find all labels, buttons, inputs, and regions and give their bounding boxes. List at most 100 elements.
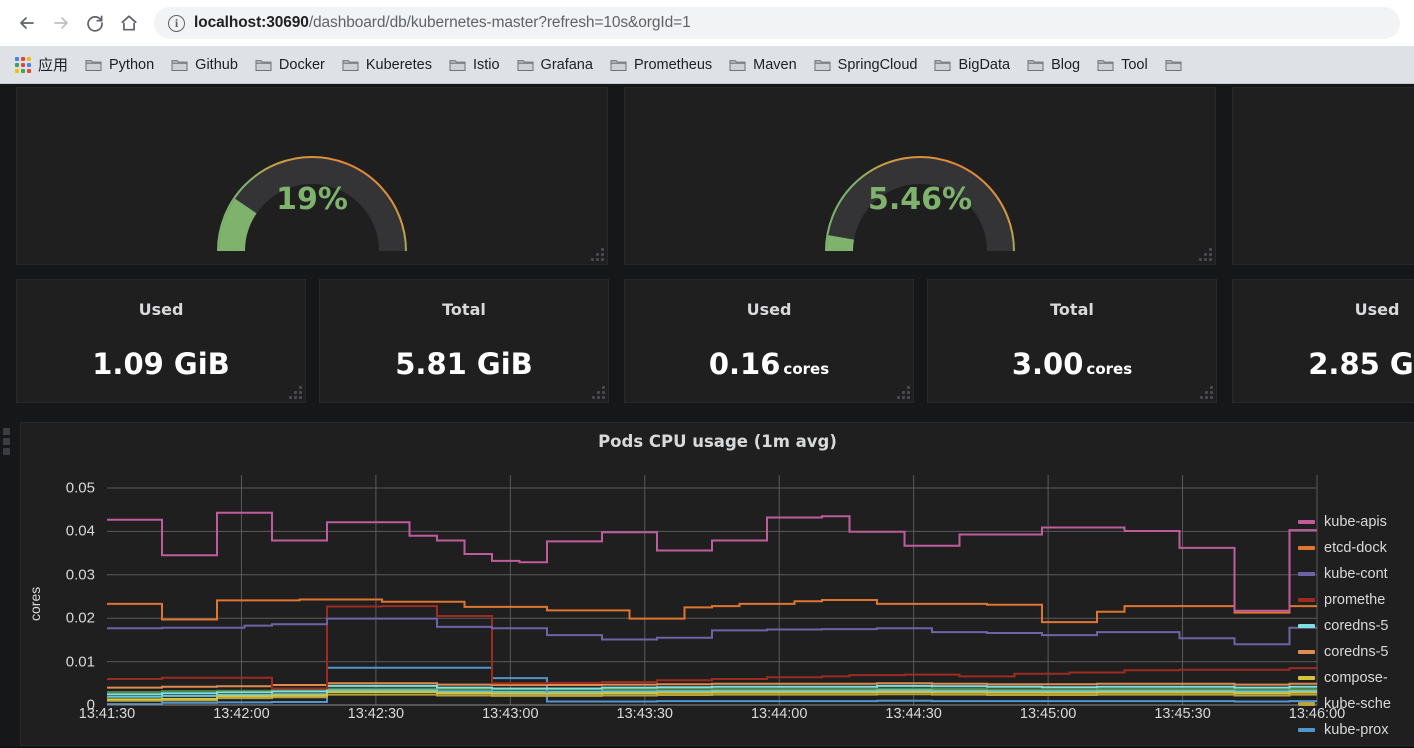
site-info-icon[interactable]: i (168, 14, 185, 32)
x-axis-tick: 13:41:30 (78, 706, 136, 722)
legend-item[interactable]: kube-prox (1298, 717, 1414, 743)
bookmark-label: Python (109, 56, 155, 73)
legend-swatch-icon (1298, 676, 1315, 680)
panel-resize-grip[interactable] (590, 247, 604, 261)
folder-icon (814, 58, 831, 72)
legend-label: kube-cont (1324, 566, 1388, 582)
bookmark-tool[interactable]: Tool (1090, 53, 1155, 77)
panel-resize-grip[interactable] (591, 385, 605, 399)
drag-dot (2, 448, 10, 455)
x-axis-tick: 13:45:30 (1154, 706, 1211, 722)
panel-cpu-total[interactable]: Total 3.00 cores (927, 279, 1217, 403)
stat-number: 0.16 (708, 347, 781, 381)
back-icon[interactable] (10, 6, 44, 40)
panel-filesystem-gauge[interactable] (1232, 87, 1414, 265)
legend-item[interactable]: kube-sche (1298, 691, 1414, 717)
panel-resize-grip[interactable] (1199, 385, 1213, 399)
bookmark-label: BigData (958, 56, 1011, 73)
legend-label: kube-sche (1324, 696, 1391, 712)
bookmark-label: Docker (278, 56, 325, 73)
plot-area (107, 475, 1318, 706)
bookmark-label: Maven (753, 56, 797, 73)
stat-title: Total (1050, 300, 1094, 319)
bookmark-maven[interactable]: Maven (722, 53, 804, 77)
stat-value: 3.00 cores (928, 347, 1216, 381)
gauge-memory-value: 19% (276, 182, 348, 217)
drag-dot (2, 438, 10, 445)
bookmark-bigdata[interactable]: BigData (927, 53, 1017, 77)
bookmark-springcloud[interactable]: SpringCloud (807, 53, 925, 77)
reload-icon[interactable] (78, 6, 112, 40)
y-axis-tick: 0.03 (65, 566, 95, 584)
bookmark-github[interactable]: Github (164, 53, 245, 77)
graph-body: cores 0.05 0.04 0.03 0.02 0.01 0 13:41:30 13:4… (21, 453, 1414, 745)
panel-memory-total[interactable]: Total 5.81 GiB (319, 279, 609, 403)
url-host: localhost:30690 (194, 14, 309, 31)
legend-swatch-icon (1298, 728, 1315, 732)
stat-number: 5.81 GiB (395, 347, 533, 381)
folder-icon (171, 58, 188, 72)
legend-label: coredns-5 (1324, 644, 1389, 660)
bookmark-kuberetes[interactable]: Kuberetes (335, 53, 439, 77)
panel-cpu-gauge[interactable]: 5.46% (624, 87, 1216, 265)
panel-cpu-used[interactable]: Used 0.16 cores (624, 279, 914, 403)
gauge-filesystem (1233, 88, 1414, 264)
folder-icon (729, 58, 746, 72)
url-path: /dashboard/db/kubernetes-master?refresh=… (308, 14, 691, 31)
panel-resize-grip[interactable] (896, 385, 910, 399)
legend-item[interactable]: kube-cont (1298, 561, 1414, 587)
panel-resize-grip[interactable] (1198, 247, 1212, 261)
home-icon[interactable] (112, 6, 146, 40)
panel-memory-used[interactable]: Used 1.09 GiB (16, 279, 306, 403)
bookmark-label: Tool (1121, 56, 1148, 73)
legend-item[interactable]: compose- (1298, 665, 1414, 691)
series-line (107, 511, 1317, 612)
row-drag-handle[interactable] (0, 426, 12, 474)
bookmark-istio[interactable]: Istio (442, 53, 507, 77)
bookmark-label: SpringCloud (837, 56, 918, 73)
stat-title: Total (442, 300, 486, 319)
legend-item[interactable]: coredns-5 (1298, 613, 1414, 639)
series-line (107, 617, 1317, 646)
graph-title: Pods CPU usage (1m avg) (598, 432, 837, 451)
folder-icon (255, 58, 272, 72)
stat-value: 5.81 GiB (320, 347, 608, 381)
address-bar[interactable]: i localhost:30690/dashboard/db/kubernete… (154, 7, 1400, 39)
folder-icon (517, 58, 534, 72)
gauge-cpu-svg (825, 156, 1015, 252)
forward-icon[interactable] (44, 6, 78, 40)
legend-item[interactable]: coredns-5 (1298, 639, 1414, 665)
legend-swatch-icon (1298, 702, 1315, 706)
x-axis-tick: 13:44:30 (885, 706, 942, 722)
bookmark-label: Blog (1051, 56, 1081, 73)
panel-filesystem-used[interactable]: Used 2.85 GiB (1232, 279, 1414, 403)
legend-label: kube-prox (1324, 722, 1389, 738)
stat-value: 1.09 GiB (17, 347, 305, 381)
bookmark-label: Github (195, 56, 238, 73)
x-axis-tick: 13:45:00 (1019, 706, 1077, 722)
bookmark-blog[interactable]: Blog (1020, 53, 1087, 77)
stat-number: 1.09 GiB (92, 347, 230, 381)
legend-item[interactable]: etcd-dock (1298, 535, 1414, 561)
folder-icon (449, 58, 466, 72)
gauge-cpu-value: 5.46% (867, 182, 973, 217)
legend-swatch-icon (1298, 546, 1315, 550)
apps-grid-icon (15, 56, 31, 73)
panel-memory-gauge[interactable]: 19% (16, 87, 608, 265)
legend-label: coredns-5 (1324, 618, 1389, 634)
bookmark-grafana[interactable]: Grafana (510, 53, 600, 77)
y-axis-tick: 0.04 (65, 522, 95, 540)
bookmark-python[interactable]: Python (78, 53, 161, 77)
legend-item[interactable]: promethe (1298, 587, 1414, 613)
bookmark-more[interactable] (1158, 54, 1189, 76)
stat-unit: cores (783, 360, 830, 378)
panel-resize-grip[interactable] (288, 385, 302, 399)
bookmark-docker[interactable]: Docker (248, 53, 332, 77)
y-axis-tick: 0.02 (65, 609, 95, 627)
bookmark-prometheus[interactable]: Prometheus (603, 53, 719, 77)
stat-value: 0.16 cores (625, 347, 913, 381)
x-axis-tick: 13:44:00 (750, 706, 808, 722)
panel-pods-cpu-usage[interactable]: Pods CPU usage (1m avg) cores 0.05 0.04 0.… (20, 422, 1414, 746)
bookmark-应用[interactable]: 应用 (8, 50, 75, 79)
legend-item[interactable]: kube-apis (1298, 509, 1414, 535)
